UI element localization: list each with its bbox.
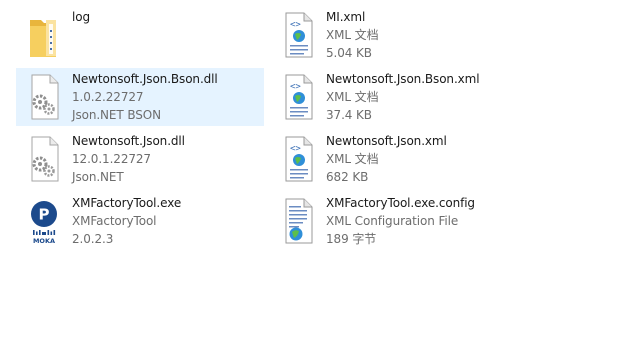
file-name: Newtonsoft.Json.Bson.xml [326,72,480,86]
file-version: 2.0.2.3 [72,232,114,246]
file-tile-log[interactable]: log [16,6,264,64]
file-tile-newtonsoft-json-xml[interactable]: <> Newtonsoft.Json.xml XML 文档 682 KB [270,130,518,188]
file-size: 37.4 KB [326,108,372,122]
file-tile-xmfactorytool-exe-config[interactable]: XMFactoryTool.exe.config XML Configurati… [270,192,518,250]
dll-gear-icon [24,72,64,122]
xml-document-icon: <> [278,72,318,122]
xml-document-icon: <> [278,10,318,60]
file-tile-mi-xml[interactable]: <> MI.xml XML 文档 5.04 KB [270,6,518,64]
config-document-icon [278,196,318,246]
file-description: XMFactoryTool [72,214,157,228]
file-tile-xmfactorytool-exe[interactable]: P MOKA XMFactoryTool.exe XMFactoryTool 2… [16,192,264,250]
file-name: Newtonsoft.Json.Bson.dll [72,72,218,86]
moka-app-icon: P MOKA [24,196,64,246]
file-type: XML 文档 [326,90,379,104]
moka-logo-text: MOKA [33,237,55,245]
file-version: 1.0.2.22727 [72,90,144,104]
file-tile-newtonsoft-json-bson-xml[interactable]: <> Newtonsoft.Json.Bson.xml XML 文档 37.4 … [270,68,518,126]
file-size: 189 字节 [326,232,377,246]
file-size: 5.04 KB [326,46,372,60]
file-name: XMFactoryTool.exe [72,196,182,210]
file-type: XML 文档 [326,28,379,42]
file-list-pane: log <> MI.xml XML 文档 5.04 KB Newtonsoft.… [0,0,633,361]
file-description: Json.NET BSON [72,108,162,122]
file-tile-newtonsoft-json-bson-dll[interactable]: Newtonsoft.Json.Bson.dll 1.0.2.22727 Jso… [16,68,264,126]
file-tile-newtonsoft-json-dll[interactable]: Newtonsoft.Json.dll 12.0.1.22727 Json.NE… [16,130,264,188]
dll-gear-icon [24,134,64,184]
file-name: Newtonsoft.Json.dll [72,134,185,148]
moka-logo-letter: P [39,206,50,224]
file-size: 682 KB [326,170,369,184]
file-name: XMFactoryTool.exe.config [326,196,475,210]
svg-text:<>: <> [290,20,301,30]
file-type: XML Configuration File [326,214,459,228]
file-version: 12.0.1.22727 [72,152,151,166]
file-name: Newtonsoft.Json.xml [326,134,447,148]
xml-document-icon: <> [278,134,318,184]
file-type: XML 文档 [326,152,379,166]
file-description: Json.NET [72,170,124,184]
folder-icon [24,10,64,60]
svg-text:<>: <> [290,82,301,92]
svg-text:<>: <> [290,144,301,154]
file-name: MI.xml [326,10,366,24]
file-name: log [72,10,90,24]
